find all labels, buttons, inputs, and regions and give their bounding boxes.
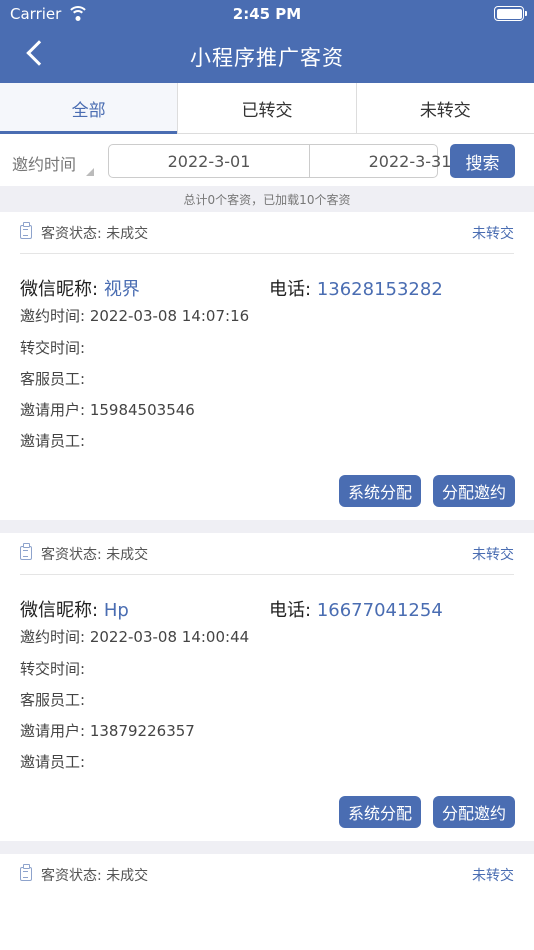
invite-user-value: 15984503546 (89, 401, 195, 419)
status-label: 客资状态: (41, 547, 102, 563)
status-bar: Carrier 2:45 PM (0, 0, 534, 28)
status-label: 客资状态: (41, 868, 102, 884)
transfer-time: 转交时间: (20, 658, 85, 679)
invite-time-filter-label[interactable]: 邀约时间 (12, 151, 76, 175)
phone-link[interactable]: 13628153282 (317, 279, 443, 300)
invite-time: 邀约时间: 2022-03-08 14:07:16 (20, 305, 249, 326)
nickname-label: 微信昵称: (20, 600, 99, 621)
date-range (108, 144, 510, 178)
nickname-value: Hp (103, 600, 129, 621)
transfer-time: 转交时间: (20, 337, 85, 358)
contact-row: 微信昵称: 视界 电话: 13628153282 (20, 275, 514, 301)
status-time: 2:45 PM (232, 5, 302, 23)
invite-staff-label: 邀请员工: (20, 753, 86, 771)
invite-user-label: 邀请用户: (20, 722, 86, 740)
dropdown-corner-icon (86, 168, 94, 176)
phone-label: 电话: (269, 600, 312, 621)
tab-not-transferred[interactable]: 未转交 (357, 83, 534, 133)
system-assign-button[interactable]: 系统分配 (339, 475, 421, 507)
system-assign-button[interactable]: 系统分配 (339, 796, 421, 828)
clipboard-icon (20, 543, 32, 560)
clipboard-icon (20, 222, 32, 239)
nickname-value: 视界 (103, 279, 140, 300)
phone: 电话: 13628153282 (269, 275, 443, 301)
battery-icon (494, 6, 527, 21)
tab-bar: 全部 已转交 未转交 (0, 83, 534, 134)
invite-user: 邀请用户: 15984503546 (20, 399, 195, 420)
phone: 电话: 16677041254 (269, 596, 443, 622)
app-header: Carrier 2:45 PM 小程序推广客资 (0, 0, 534, 83)
status-value: 未成交 (106, 547, 149, 563)
nickname-label: 微信昵称: (20, 279, 99, 300)
invite-time-label: 邀约时间: (20, 628, 86, 646)
invite-user-label: 邀请用户: (20, 401, 86, 419)
page-title: 小程序推广客资 (190, 46, 344, 70)
lead-status: 客资状态: 未成交 (41, 544, 148, 564)
invite-time: 邀约时间: 2022-03-08 14:00:44 (20, 626, 249, 647)
transfer-tag: 未转交 (472, 547, 514, 563)
invite-user-value: 13879226357 (89, 722, 195, 740)
invite-staff: 邀请员工: (20, 430, 85, 451)
lead-card: 客资状态: 未成交 未转交 微信昵称: Hp 电话: 16677041254 邀… (0, 533, 534, 841)
nickname: 微信昵称: 视界 (20, 275, 140, 301)
invite-staff: 邀请员工: (20, 751, 85, 772)
card-header: 客资状态: 未成交 未转交 (20, 854, 514, 896)
lead-status: 客资状态: 未成交 (41, 865, 148, 885)
service-staff-label: 客服员工: (20, 370, 86, 388)
service-staff-label: 客服员工: (20, 691, 86, 709)
card-header: 客资状态: 未成交 未转交 (20, 212, 514, 254)
assign-invite-button[interactable]: 分配邀约 (433, 475, 515, 507)
clipboard-icon (20, 864, 32, 881)
tab-transferred[interactable]: 已转交 (178, 83, 357, 133)
start-date-input[interactable] (109, 145, 309, 177)
transfer-time-label: 转交时间: (20, 339, 86, 357)
phone-link[interactable]: 16677041254 (317, 600, 443, 621)
card-header: 客资状态: 未成交 未转交 (20, 533, 514, 575)
nickname: 微信昵称: Hp (20, 596, 129, 622)
tab-all[interactable]: 全部 (0, 83, 179, 134)
status-value: 未成交 (106, 226, 149, 242)
contact-row: 微信昵称: Hp 电话: 16677041254 (20, 596, 514, 622)
transfer-tag: 未转交 (472, 226, 514, 242)
lead-card: 客资状态: 未成交 未转交 (0, 854, 534, 950)
transfer-time-label: 转交时间: (20, 660, 86, 678)
invite-time-value: 2022-03-08 14:00:44 (89, 628, 250, 646)
invite-time-value: 2022-03-08 14:07:16 (89, 307, 250, 325)
invite-user: 邀请用户: 13879226357 (20, 720, 195, 741)
card-divider (0, 841, 534, 854)
phone-label: 电话: (269, 279, 312, 300)
status-value: 未成交 (106, 868, 149, 884)
service-staff: 客服员工: (20, 689, 85, 710)
invite-staff-label: 邀请员工: (20, 432, 86, 450)
status-label: 客资状态: (41, 226, 102, 242)
card-divider (0, 520, 534, 533)
invite-time-label: 邀约时间: (20, 307, 86, 325)
lead-status: 客资状态: 未成交 (41, 223, 148, 243)
lead-card: 客资状态: 未成交 未转交 微信昵称: 视界 电话: 13628153282 邀… (0, 212, 534, 520)
transfer-tag: 未转交 (472, 868, 514, 884)
assign-invite-button[interactable]: 分配邀约 (433, 796, 515, 828)
filter-bar: 邀约时间 搜索 (0, 134, 534, 186)
search-button[interactable]: 搜索 (450, 144, 515, 178)
summary-text: 总计0个客资，已加载10个客资 (0, 186, 534, 212)
service-staff: 客服员工: (20, 368, 85, 389)
